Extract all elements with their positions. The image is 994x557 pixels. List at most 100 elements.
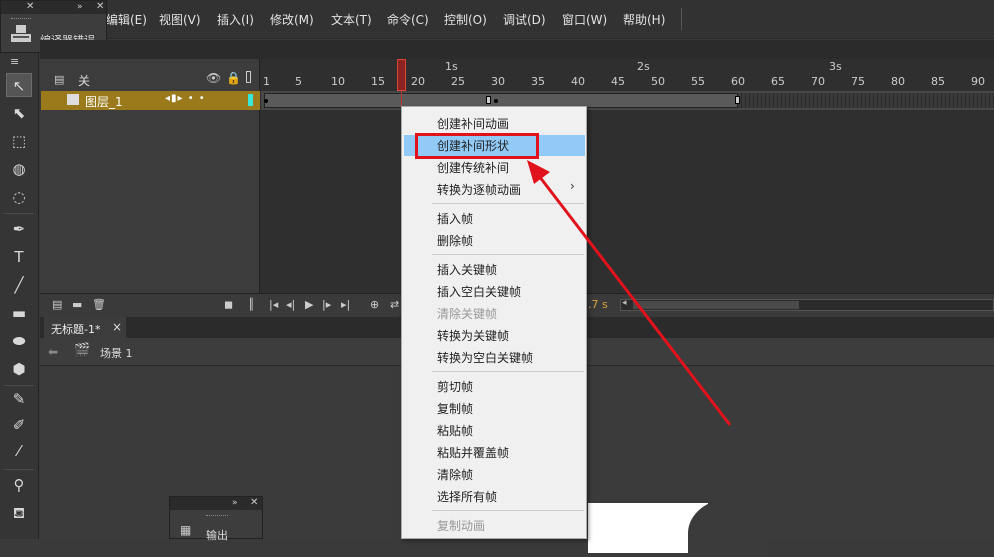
panel-header[interactable]: » ✕ [170,497,262,510]
grip-handle[interactable] [11,18,31,21]
ruler-frame-label: 45 [611,75,625,88]
menu-item-insert-blank-keyframe[interactable]: 插入空白关键帧 [437,283,521,300]
menu-modify[interactable]: 修改(M) [270,11,314,28]
close-icon[interactable]: × [112,320,122,334]
panel-menu-icon[interactable]: ≡ [10,56,30,67]
bone-tool-icon[interactable]: ⚲ [6,473,32,497]
menu-separator [681,8,682,30]
text-tool-icon[interactable]: T [6,245,32,269]
frame-row[interactable] [261,91,994,110]
selection-tool-icon[interactable]: ↖ [6,73,32,97]
keyframe[interactable] [264,99,268,103]
grip-handle[interactable] [206,515,228,518]
menu-item-insert-keyframe[interactable]: 插入关键帧 [437,261,497,278]
menu-commands[interactable]: 命令(C) [387,11,429,28]
free-transform-tool-icon[interactable]: ⬚ [6,129,32,153]
expand-icon[interactable]: » [77,2,83,12]
menu-window[interactable]: 窗口(W) [562,11,607,28]
back-arrow-icon[interactable]: ⬅ [48,345,58,359]
menu-item-convert-to-blank-keyframes[interactable]: 转换为空白关键帧 [437,349,533,366]
polystar-tool-icon[interactable]: ⬢ [6,357,32,381]
menu-item-convert-frame-by-frame[interactable]: 转换为逐帧动画 [437,181,521,198]
layers-icon[interactable]: ▤ [54,73,68,86]
menu-item-remove-frames[interactable]: 删除帧 [437,232,473,249]
layer-list: ▤ 关 👁 🔒 图层_1 ◂▮▸ • • [40,59,260,316]
next-frame-icon[interactable]: |▸ [322,298,331,311]
paint-brush-tool-icon[interactable]: ⁄ [6,439,32,463]
menu-view[interactable]: 视图(V) [159,11,201,28]
frame-ruler[interactable]: 1 5 10 15 20 25 30 35 40 45 50 55 60 65 70 75 80 85 90 1s 2s… [261,59,994,91]
close-icon[interactable]: ✕ [250,498,258,508]
document-tab[interactable]: 无标题-1* × [44,317,126,338]
pen-tool-icon[interactable]: ✒ [6,217,32,241]
scroll-left-icon[interactable]: ◂ [622,298,627,308]
frame-end-marker[interactable] [486,96,491,104]
compiler-errors-icon[interactable] [10,25,32,43]
eye-icon[interactable]: 👁 [206,71,221,85]
menu-item-create-motion-tween[interactable]: 创建补间动画 [437,115,509,132]
layer-row[interactable]: 图层_1 ◂▮▸ • • [41,91,260,110]
menu-item-paste-overwrite-frames[interactable]: 粘贴并覆盖帧 [437,444,509,461]
expand-icon[interactable]: » [232,498,238,508]
oval-tool-icon[interactable]: ⬬ [6,329,32,353]
layer-color-swatch[interactable] [248,94,253,106]
new-layer-icon[interactable]: ▤ [52,298,62,311]
keyframe[interactable] [494,99,498,103]
last-frame-icon[interactable]: ▸| [341,298,350,311]
subselection-tool-icon[interactable]: ⬉ [6,101,32,125]
menu-debug[interactable]: 调试(D) [503,11,546,28]
menu-help[interactable]: 帮助(H) [623,11,665,28]
new-folder-icon[interactable]: ▬ [72,298,82,311]
pencil-tool-icon[interactable]: ✎ [6,387,32,411]
panel-header[interactable]: ✕ » ✕ [1,1,106,14]
menu-item-clear-frames[interactable]: 清除帧 [437,466,473,483]
layer-controls[interactable]: ◂▮▸ • • [165,93,206,104]
layers-label: 关 [78,74,91,88]
document-title[interactable]: 无标题-1* [51,321,100,337]
outline-icon[interactable] [246,71,251,83]
prev-frame-icon[interactable]: ◂| [286,298,295,311]
scene-label[interactable]: 场景 1 [100,345,133,361]
center-frame-icon[interactable]: ⊕ [370,298,379,311]
toolbar-separator [4,213,34,214]
frame-end-marker[interactable] [735,96,740,104]
scroll-thumb[interactable] [633,301,799,309]
menu-edit[interactable]: 编辑(E) [106,11,147,28]
layer-name[interactable]: 图层_1 [85,93,123,110]
output-icon[interactable]: ▦ [180,523,191,537]
line-tool-icon[interactable]: ╱ [6,273,32,297]
rectangle-tool-icon[interactable]: ▬ [6,301,32,325]
close-icon[interactable]: ✕ [26,2,34,12]
menu-item-cut-frames[interactable]: 剪切帧 [437,378,473,395]
delete-icon[interactable]: 🗑 [92,298,106,311]
3d-rotation-tool-icon[interactable]: ◍ [6,157,32,181]
brush-tool-icon[interactable]: ✐ [6,413,32,437]
grip-icon: ║ [248,298,255,311]
menu-control[interactable]: 控制(O) [444,11,487,28]
horizontal-scrollbar[interactable]: ◂ [620,298,994,311]
menu-insert[interactable]: 插入(I) [217,11,254,28]
play-icon[interactable]: ▶ [305,298,313,311]
layer-header: ▤ 关 👁 🔒 [40,69,260,91]
menu-item-create-classic-tween[interactable]: 创建传统补间 [437,159,509,176]
menu-item-insert-frame[interactable]: 插入帧 [437,210,473,227]
output-label[interactable]: 输出 [206,527,228,543]
playhead[interactable] [397,59,406,91]
paint-bucket-tool-icon[interactable]: ⛾ [6,501,32,525]
menu-item-convert-to-keyframes[interactable]: 转换为关键帧 [437,327,509,344]
camera-icon[interactable]: ◼ [224,298,233,311]
ruler-frame-label: 80 [891,75,905,88]
loop-icon[interactable]: ⇄ [390,298,399,311]
menu-item-paste-frames[interactable]: 粘贴帧 [437,422,473,439]
menu-separator [432,371,584,372]
ruler-frame-label: 30 [491,75,505,88]
lasso-tool-icon[interactable]: ◌ [6,185,32,209]
lock-icon[interactable]: 🔒 [226,71,241,85]
frames-area[interactable]: 1 5 10 15 20 25 30 35 40 45 50 55 60 65 70 75 80 85 90 1s 2s… [261,59,994,316]
menu-text[interactable]: 文本(T) [331,11,372,28]
close-icon[interactable]: ✕ [96,2,104,12]
menu-item-select-all-frames[interactable]: 选择所有帧 [437,488,497,505]
menu-item-copy-frames[interactable]: 复制帧 [437,400,473,417]
empty-frames[interactable] [738,93,994,108]
first-frame-icon[interactable]: |◂ [269,298,278,311]
